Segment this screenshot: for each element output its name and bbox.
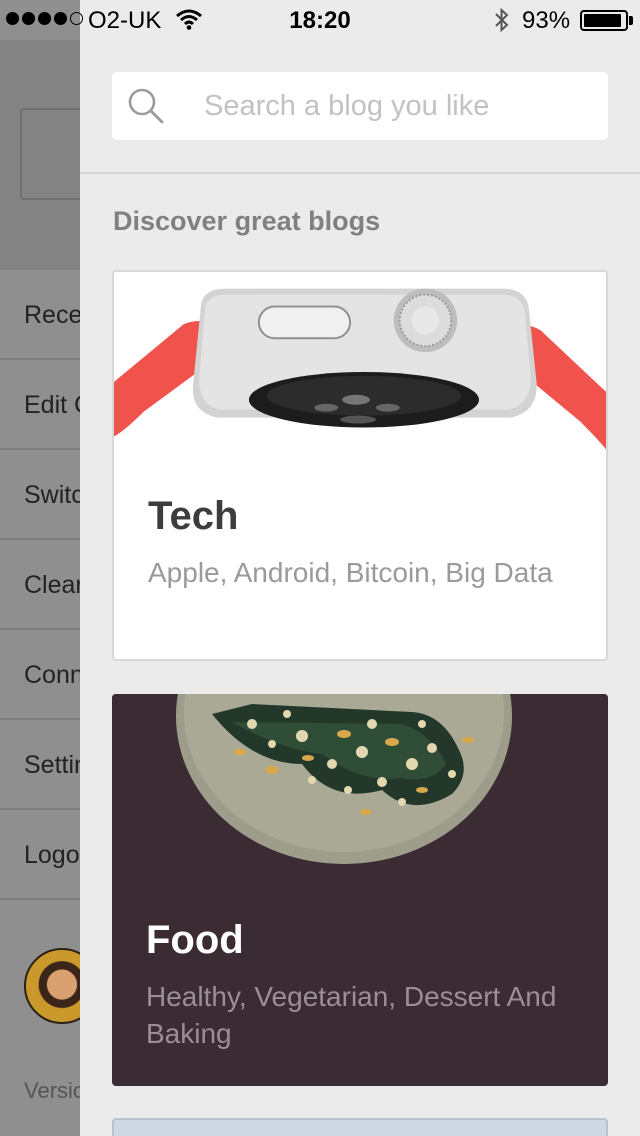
status-bar: O2-UK 18:20 93% (0, 0, 640, 40)
card-subtitle: Healthy, Vegetarian, Dessert And Baking (146, 981, 557, 1049)
side-menu-item-switch[interactable]: Switch (0, 450, 80, 540)
battery-percent: 93% (522, 7, 571, 34)
bluetooth-icon (495, 7, 509, 33)
side-menu-item-edit[interactable]: Edit Categories (0, 360, 80, 450)
side-menu-dimmed[interactable]: Recent Edit Categories Switch Clear Conn… (0, 0, 80, 1136)
search-icon (128, 88, 164, 124)
smartwatch-image (114, 272, 606, 462)
side-menu-input (20, 108, 80, 200)
search-bar[interactable] (112, 72, 608, 140)
section-title: Discover great blogs (113, 206, 381, 236)
discover-panel: Discover great blogs Tech Ap (80, 0, 640, 1136)
version-text: Version (24, 1078, 80, 1103)
battery-cap (629, 16, 633, 25)
side-menu-item-logout[interactable]: Logout (0, 810, 80, 900)
card-subtitle: Apple, Android, Bitcoin, Big Data (148, 557, 553, 588)
side-menu-item-recent[interactable]: Recent (0, 270, 80, 360)
side-menu-item-connect[interactable]: Connect (0, 630, 80, 720)
blog-card-tech[interactable]: Tech Apple, Android, Bitcoin, Big Data (112, 270, 608, 661)
blog-card-partial[interactable] (112, 1118, 608, 1136)
food-plate-image (112, 694, 608, 874)
side-menu-list: Recent Edit Categories Switch Clear Conn… (0, 270, 80, 900)
search-input[interactable] (204, 82, 594, 130)
avatar[interactable] (24, 948, 80, 1024)
card-title: Tech (148, 494, 239, 538)
blog-card-food[interactable]: Food Healthy, Vegetarian, Dessert And Ba… (112, 694, 608, 1086)
battery-icon (580, 10, 628, 31)
side-menu-item-settings[interactable]: Settings (0, 720, 80, 810)
divider (80, 172, 640, 174)
card-title: Food (146, 918, 244, 962)
side-menu-item-clear[interactable]: Clear (0, 540, 80, 630)
